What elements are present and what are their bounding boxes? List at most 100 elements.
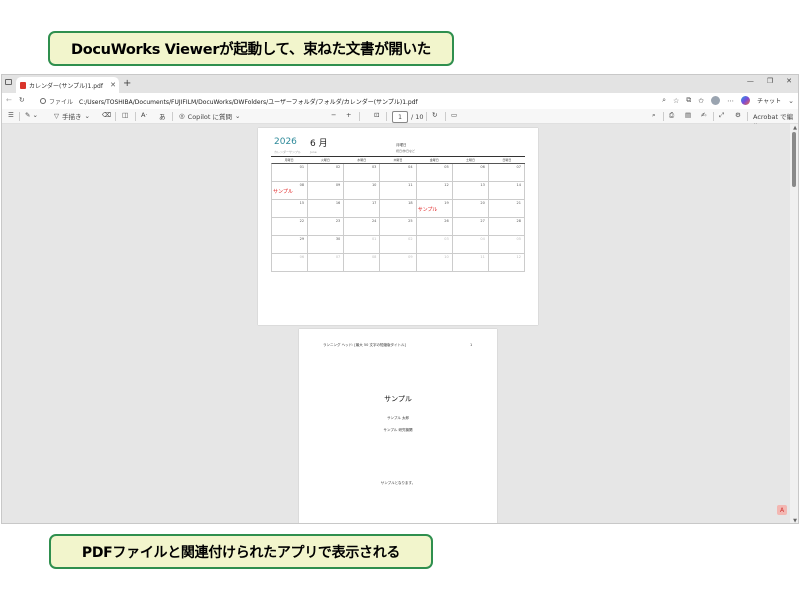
browser-tab[interactable]: カレンダー(サンプル)1.pdf ✕ <box>16 77 119 93</box>
zoom-out-icon[interactable]: − <box>331 111 336 119</box>
calendar-day-number: 11 <box>408 183 413 187</box>
chevron-down-icon: ⌄ <box>84 112 90 120</box>
url-field[interactable]: ファイル C:/Users/TOSHIBA/Documents/FUJIFILM… <box>36 95 696 107</box>
read-aloud-icon[interactable]: Aᐧ <box>141 111 147 119</box>
close-window-icon[interactable]: ✕ <box>786 77 792 85</box>
calendar-cell: 04 <box>452 236 489 254</box>
calendar-weeks: 01 02 03 04 05 06 07 08 サンプル 09 10 11 12 13 14 15 16 17 18… <box>271 163 525 272</box>
save-icon[interactable]: ▤ <box>685 111 691 119</box>
document-title: サンプル <box>384 395 412 403</box>
more-icon[interactable]: ⋯ <box>727 97 734 105</box>
favorites-icon[interactable]: ✩ <box>698 97 704 105</box>
weekday-label: 木曜日 <box>393 158 403 162</box>
chat-label[interactable]: チャット <box>757 96 781 105</box>
translate-icon[interactable]: あ <box>159 111 166 121</box>
tab-bar: カレンダー(サンプル)1.pdf ✕ + — ❐ ✕ <box>2 75 798 93</box>
calendar-day-number: 05 <box>444 165 449 169</box>
weekday-label: 日曜日 <box>502 158 512 162</box>
bottom-callout: PDFファイルと関連付けられたアプリで表示される <box>49 534 433 569</box>
calendar-cell: 20 <box>452 200 489 218</box>
acrobat-icon[interactable]: A <box>777 505 787 515</box>
new-tab-button[interactable]: + <box>123 78 131 90</box>
print-icon[interactable]: ⎙ <box>669 111 674 120</box>
calendar-day-number: 27 <box>480 219 485 223</box>
document-page: ランニング ヘッド: [最大 50 文字の短縮版タイトル] 1 サンプル サンプ… <box>299 329 497 523</box>
maximize-icon[interactable]: ❐ <box>767 77 773 85</box>
draw-button[interactable]: ▽ 手描き ⌄ <box>54 111 90 121</box>
calendar-day-number: 07 <box>516 165 521 169</box>
calendar-cell: 11 <box>452 254 489 272</box>
window-controls: — ❐ ✕ <box>747 77 792 85</box>
scrollbar[interactable]: ▲ ▼ <box>790 124 798 523</box>
chevron-down-icon: ⌄ <box>235 112 241 120</box>
search-icon[interactable]: ⌕ <box>662 96 666 105</box>
calendar-weekdays: 月曜日 火曜日 水曜日 木曜日 金曜日 土曜日 日曜日 <box>271 157 525 163</box>
weekday-label: 月曜日 <box>284 158 294 162</box>
highlight-icon[interactable]: ✎ ⌄ <box>25 111 38 119</box>
rotate-icon[interactable]: ↻ <box>432 111 437 119</box>
calendar-cell: 17 <box>344 200 381 218</box>
calendar-day-number: 09 <box>335 183 341 187</box>
calendar-cell: 09 <box>308 182 345 200</box>
institution-name: サンプル 研究機関 <box>383 428 413 432</box>
calendar-right-note: 祝日/休日など <box>396 149 416 153</box>
site-info-icon[interactable] <box>40 98 46 104</box>
scroll-down-icon[interactable]: ▼ <box>793 518 797 523</box>
weekday-label: 水曜日 <box>357 158 367 162</box>
calendar-day-number: 12 <box>516 255 521 259</box>
calendar-cell: 16 <box>308 200 345 218</box>
calendar-cell: 28 <box>488 218 525 236</box>
split-screen-icon[interactable]: ⧉ <box>686 96 691 105</box>
two-page-icon[interactable]: ▭ <box>451 111 457 119</box>
calendar-year-sub: カレンダーサンプル <box>274 150 301 154</box>
calendar-day-number: 16 <box>335 201 341 205</box>
fullscreen-icon[interactable]: ⤢ <box>719 111 724 120</box>
calendar-grid: 月曜日 火曜日 水曜日 木曜日 金曜日 土曜日 日曜日 01 02 03 04 05 06 07 08 サン… <box>271 156 525 272</box>
calendar-day-number: 28 <box>516 219 521 223</box>
calendar-cell: 09 <box>380 254 417 272</box>
calendar-cell: 07 <box>488 164 525 182</box>
calendar-day-number: 17 <box>371 201 377 205</box>
scroll-up-icon[interactable]: ▲ <box>793 125 797 131</box>
calendar-day-number: 10 <box>444 255 449 259</box>
tab-actions-icon[interactable] <box>5 79 12 85</box>
refresh-icon[interactable]: ↻ <box>19 96 25 104</box>
close-tab-icon[interactable]: ✕ <box>110 81 116 89</box>
total-pages: / 10 <box>411 113 424 121</box>
fit-page-icon[interactable]: ⊡ <box>374 111 379 119</box>
address-right-buttons: ⌕ ☆ ⧉ ✩ ⋯ チャット ⌄ <box>662 96 794 105</box>
minimize-icon[interactable]: — <box>747 77 754 85</box>
page-view-icon[interactable]: ◫ <box>122 111 128 119</box>
calendar-day-number: 26 <box>444 219 449 223</box>
calendar-cell: 04 <box>380 164 417 182</box>
save-as-icon[interactable]: ✍ <box>701 111 706 119</box>
copilot-small-icon: ◎ <box>179 112 185 120</box>
favorite-star-icon[interactable]: ☆ <box>673 97 679 105</box>
chevron-down-icon[interactable]: ⌄ <box>788 97 794 105</box>
calendar-day-number: 02 <box>408 237 413 241</box>
calendar-day-number: 20 <box>480 201 485 205</box>
erase-icon[interactable]: ⌫ <box>102 111 111 119</box>
calendar-day-number: 02 <box>335 165 341 169</box>
copilot-button[interactable]: ◎ Copilot に質問 ⌄ <box>179 111 240 121</box>
url-text: C:/Users/TOSHIBA/Documents/FUJIFILM/Docu… <box>79 98 418 106</box>
scroll-thumb[interactable] <box>792 132 796 187</box>
copilot-icon[interactable] <box>741 96 751 105</box>
calendar-cell: 19 サンプル <box>416 200 453 218</box>
calendar-cell: 30 <box>308 236 345 254</box>
settings-icon[interactable]: ⚙ <box>735 111 741 119</box>
calendar-day-number: 10 <box>371 183 377 187</box>
calendar-day-number: 06 <box>299 255 305 259</box>
back-icon[interactable]: ← <box>6 96 12 104</box>
calendar-cell: 03 <box>344 164 381 182</box>
page-number-input[interactable]: 1 <box>392 111 408 123</box>
calendar-cell: 01 <box>344 236 381 254</box>
calendar-day-number: 05 <box>516 237 521 241</box>
calendar-cell: 08 <box>344 254 381 272</box>
zoom-in-icon[interactable]: + <box>346 111 351 119</box>
avatar[interactable] <box>711 96 721 105</box>
calendar-day-number: 29 <box>299 237 305 241</box>
contents-icon[interactable]: ☰ <box>8 111 14 119</box>
pdf-viewer[interactable]: 2026 カレンダーサンプル 6 月 June 月曜日 祝日/休日など 月曜日火… <box>2 124 798 523</box>
find-icon[interactable]: ⌕ <box>652 111 656 120</box>
